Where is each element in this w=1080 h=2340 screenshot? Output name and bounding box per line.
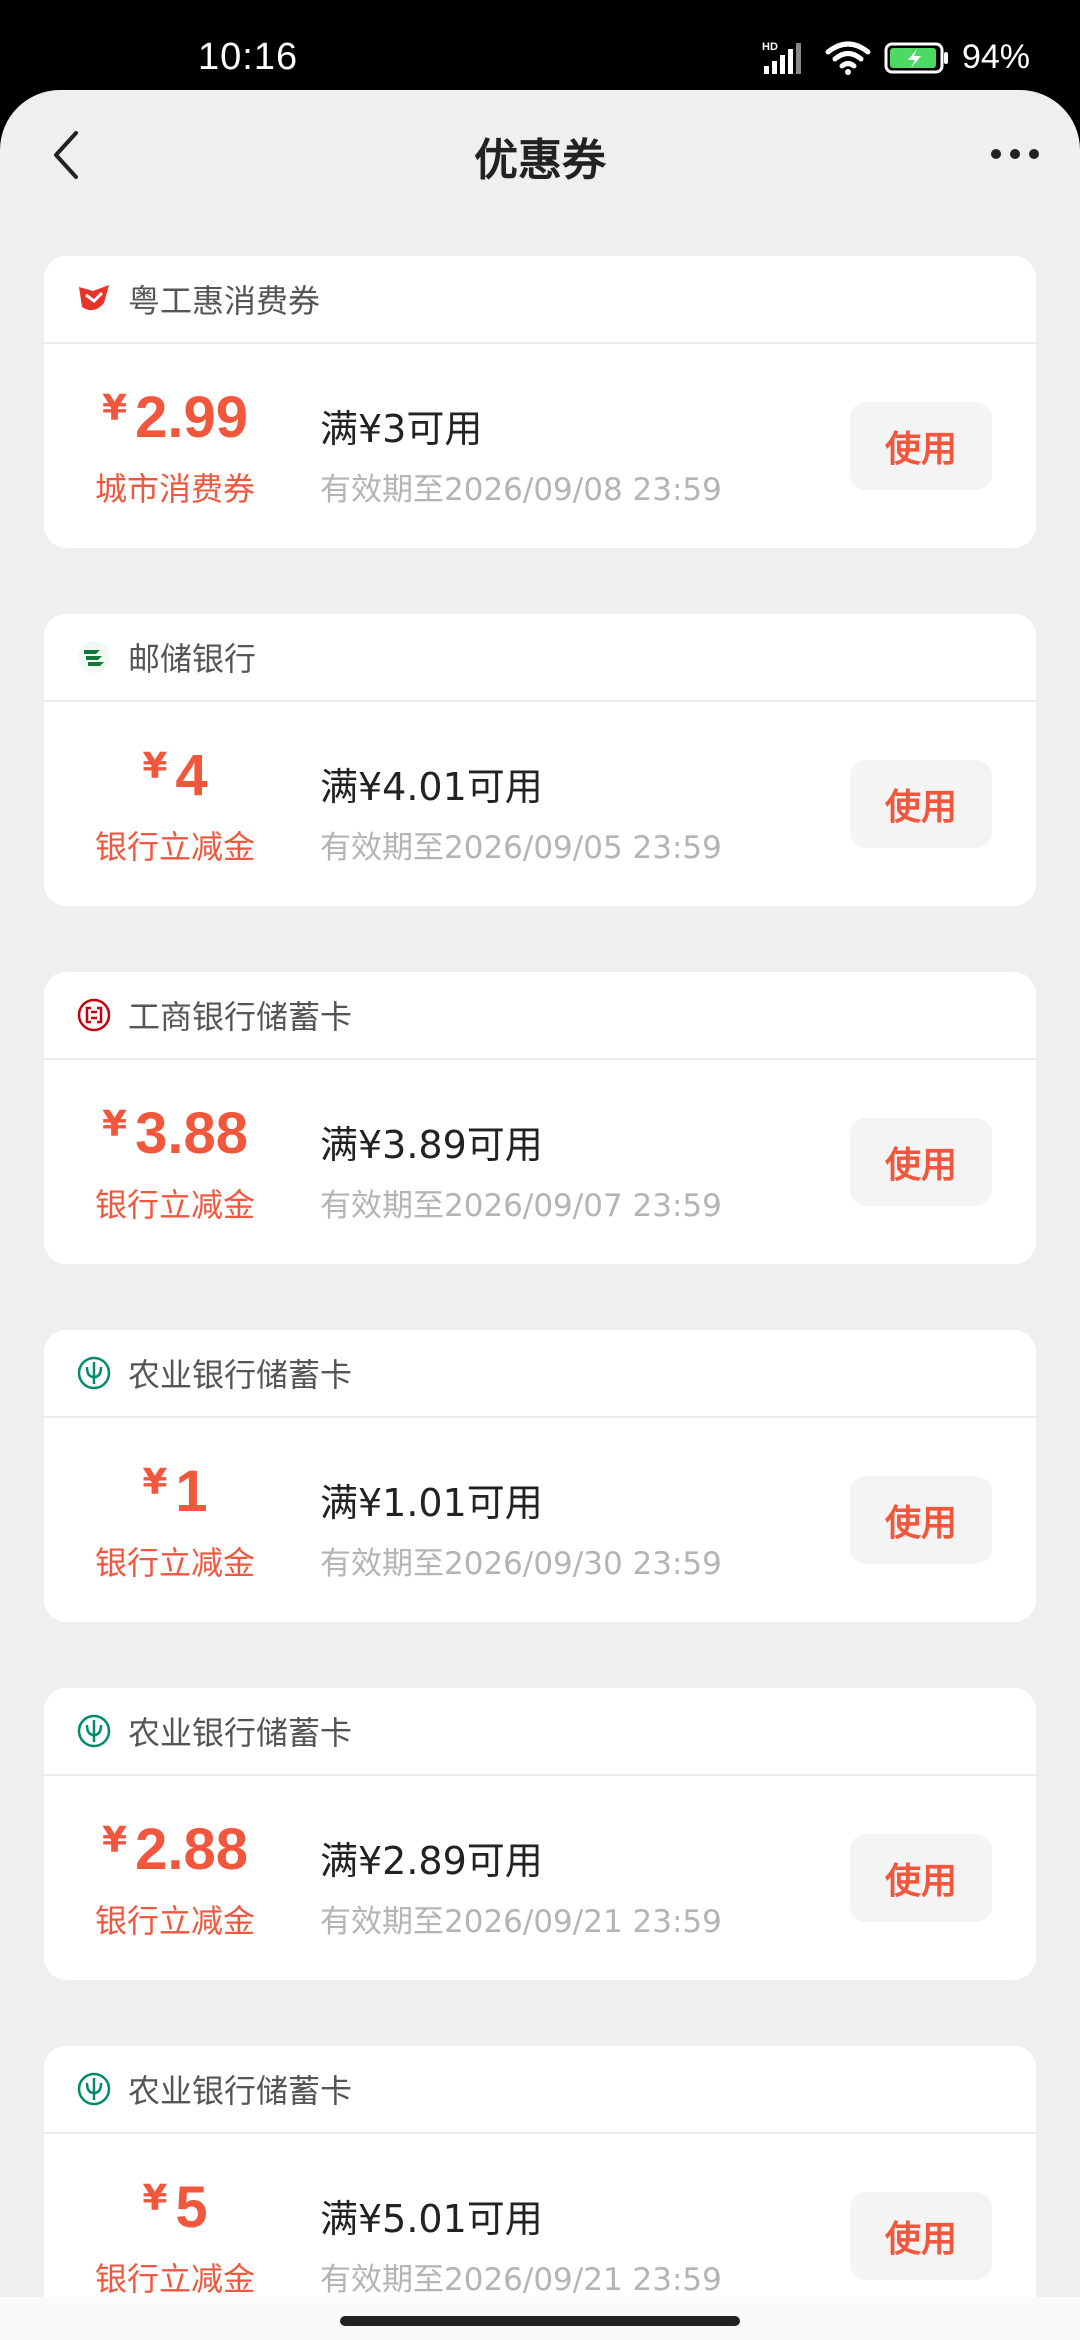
status-time: 10:16 [198,36,299,78]
coupon-card: 邮储银行 ¥4 银行立减金 满¥4.01可用 有效期至2026/09/05 23… [44,614,1036,906]
coupon-header: 邮储银行 [44,614,1036,702]
coupon-issuer: 农业银行储蓄卡 [128,1356,353,1394]
coupon-issuer: 农业银行储蓄卡 [128,2072,353,2110]
coupon-card: 农业银行储蓄卡 ¥1 银行立减金 满¥1.01可用 有效期至2026/09/30… [44,1330,1036,1622]
icbc-logo-icon [76,997,112,1033]
abc-logo-icon [76,1713,112,1749]
status-bar: 10:16 HD 94% [0,0,1080,90]
more-dot-icon [991,149,1001,159]
coupon-body: ¥4 银行立减金 满¥4.01可用 有效期至2026/09/05 23:59 使… [44,702,1036,906]
coupon-body: ¥3.88 银行立减金 满¥3.89可用 有效期至2026/09/07 23:5… [44,1060,1036,1264]
use-button[interactable]: 使用 [850,760,992,848]
coupon-header: 农业银行储蓄卡 [44,1330,1036,1418]
use-button[interactable]: 使用 [850,1834,992,1922]
amount-value: 3.88 [135,1101,248,1166]
coupon-card: 粤工惠消费券 ¥2.99 城市消费券 满¥3可用 有效期至2026/09/08 … [44,256,1036,548]
coupon-header: 农业银行储蓄卡 [44,2046,1036,2134]
coupon-type: 银行立减金 [94,1544,255,1582]
use-button[interactable]: 使用 [850,402,992,490]
more-dot-icon [1010,149,1020,159]
amount-value: 5 [175,2175,208,2240]
coupon-screen: 优惠券 粤工惠消费券 ¥2.99 城市消费券 满¥3可用 有效期至2026/09… [0,90,1080,2340]
coupon-issuer: 邮储银行 [128,640,257,678]
coupon-condition: 满¥3可用 [320,407,483,451]
abc-logo-icon [76,2071,112,2107]
coupon-condition: 满¥4.01可用 [320,765,543,809]
coupon-card: 农业银行储蓄卡 ¥2.88 银行立减金 满¥2.89可用 有效期至2026/09… [44,1688,1036,1980]
currency-symbol: ¥ [102,388,128,429]
page-title: 优惠券 [474,135,606,186]
home-indicator[interactable] [340,2316,740,2326]
currency-symbol: ¥ [102,1820,128,1861]
coupon-issuer: 农业银行储蓄卡 [128,1714,353,1752]
coupon-amount: ¥4 [44,742,306,809]
coupon-header: 工商银行储蓄卡 [44,972,1036,1060]
coupon-expiry: 有效期至2026/09/30 23:59 [320,1546,722,1582]
use-button[interactable]: 使用 [850,1118,992,1206]
coupon-amount: ¥2.88 [44,1816,306,1883]
battery-charging-icon [884,42,948,73]
currency-symbol: ¥ [142,2178,168,2219]
coupon-expiry: 有效期至2026/09/05 23:59 [320,830,722,866]
battery-level: 94% [961,38,1030,76]
yuegonghui-logo-icon [76,281,112,317]
svg-text:HD: HD [762,41,778,53]
amount-value: 2.88 [135,1817,248,1882]
coupon-amount: ¥3.88 [44,1100,306,1167]
coupon-type: 城市消费券 [94,470,255,508]
coupon-expiry: 有效期至2026/09/08 23:59 [320,472,722,508]
coupon-condition: 满¥3.89可用 [320,1123,543,1167]
currency-symbol: ¥ [142,1462,168,1503]
coupon-amount: ¥1 [44,1458,306,1525]
more-options-button[interactable] [980,124,1050,184]
coupon-body: ¥2.99 城市消费券 满¥3可用 有效期至2026/09/08 23:59 使… [44,344,1036,548]
coupon-type: 银行立减金 [94,2260,255,2298]
status-icons: HD 94% [762,38,1030,77]
hd-signal-icon: HD [762,41,801,74]
currency-symbol: ¥ [102,1104,128,1145]
coupon-list: 粤工惠消费券 ¥2.99 城市消费券 满¥3可用 有效期至2026/09/08 … [44,256,1036,2340]
coupon-header: 农业银行储蓄卡 [44,1688,1036,1776]
coupon-amount: ¥5 [44,2174,306,2241]
wifi-icon [825,41,871,75]
navigation-bar: 优惠券 [0,90,1080,220]
coupon-body: ¥2.88 银行立减金 满¥2.89可用 有效期至2026/09/21 23:5… [44,1776,1036,1980]
currency-symbol: ¥ [142,746,168,787]
use-button[interactable]: 使用 [850,2192,992,2280]
coupon-card: 工商银行储蓄卡 ¥3.88 银行立减金 满¥3.89可用 有效期至2026/09… [44,972,1036,1264]
coupon-header: 粤工惠消费券 [44,256,1036,344]
use-button[interactable]: 使用 [850,1476,992,1564]
coupon-condition: 满¥5.01可用 [320,2197,543,2241]
amount-value: 1 [175,1459,208,1524]
psbc-logo-icon [76,639,112,675]
coupon-amount: ¥2.99 [44,384,306,451]
more-dot-icon [1029,149,1039,159]
abc-logo-icon [76,1355,112,1391]
coupon-issuer: 工商银行储蓄卡 [128,998,353,1036]
coupon-card: 农业银行储蓄卡 ¥5 银行立减金 满¥5.01可用 有效期至2026/09/21… [44,2046,1036,2338]
coupon-issuer: 粤工惠消费券 [128,282,321,320]
coupon-expiry: 有效期至2026/09/21 23:59 [320,1904,722,1940]
coupon-condition: 满¥2.89可用 [320,1839,543,1883]
coupon-body: ¥1 银行立减金 满¥1.01可用 有效期至2026/09/30 23:59 使… [44,1418,1036,1622]
coupon-type: 银行立减金 [94,828,255,866]
amount-value: 4 [175,743,208,808]
coupon-type: 银行立减金 [94,1902,255,1940]
amount-value: 2.99 [135,385,248,450]
coupon-expiry: 有效期至2026/09/07 23:59 [320,1188,722,1224]
coupon-expiry: 有效期至2026/09/21 23:59 [320,2262,722,2298]
coupon-type: 银行立减金 [94,1186,255,1224]
coupon-condition: 满¥1.01可用 [320,1481,543,1525]
